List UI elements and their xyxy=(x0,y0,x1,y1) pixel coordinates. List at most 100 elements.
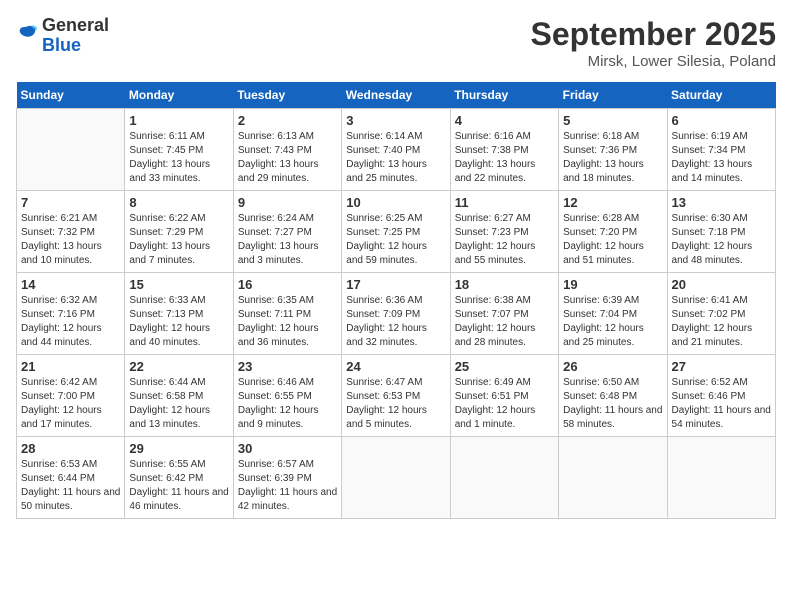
calendar-day-cell: 28Sunrise: 6:53 AMSunset: 6:44 PMDayligh… xyxy=(17,437,125,519)
logo-general-text: General xyxy=(42,16,109,36)
calendar-subtitle: Mirsk, Lower Silesia, Poland xyxy=(531,53,776,70)
day-of-week-header: Friday xyxy=(559,82,667,109)
day-number: 3 xyxy=(346,113,445,128)
day-number: 20 xyxy=(672,277,771,292)
day-info: Sunrise: 6:25 AMSunset: 7:25 PMDaylight:… xyxy=(346,212,445,268)
day-of-week-header: Saturday xyxy=(667,82,775,109)
day-info: Sunrise: 6:14 AMSunset: 7:40 PMDaylight:… xyxy=(346,130,445,186)
day-info: Sunrise: 6:28 AMSunset: 7:20 PMDaylight:… xyxy=(563,212,662,268)
day-number: 14 xyxy=(21,277,120,292)
day-info: Sunrise: 6:18 AMSunset: 7:36 PMDaylight:… xyxy=(563,130,662,186)
calendar-day-cell: 4Sunrise: 6:16 AMSunset: 7:38 PMDaylight… xyxy=(450,109,558,191)
day-number: 19 xyxy=(563,277,662,292)
calendar-day-cell: 20Sunrise: 6:41 AMSunset: 7:02 PMDayligh… xyxy=(667,273,775,355)
day-info: Sunrise: 6:50 AMSunset: 6:48 PMDaylight:… xyxy=(563,376,662,432)
calendar-week-row: 7 Sunrise: 6:21 AMSunset: 7:32 PMDaylight… xyxy=(17,191,776,273)
day-number: 6 xyxy=(672,113,771,128)
day-of-week-header: Tuesday xyxy=(233,82,341,109)
day-info: Sunrise: 6:36 AMSunset: 7:09 PMDaylight:… xyxy=(346,294,445,350)
day-number: 8 xyxy=(129,195,228,210)
calendar-table: SundayMondayTuesdayWednesdayThursdayFrid… xyxy=(16,82,776,519)
calendar-day-cell: 29 Sunrise: 6:55 AMSunset: 6:42 PMDayligh… xyxy=(125,437,233,519)
title-block: September 2025 Mirsk, Lower Silesia, Pol… xyxy=(531,16,776,70)
day-number: 28 xyxy=(21,441,120,456)
day-info: Sunrise: 6:47 AMSunset: 6:53 PMDaylight:… xyxy=(346,376,445,432)
day-info: Sunrise: 6:57 AMSunset: 6:39 PMDaylight:… xyxy=(238,458,337,514)
day-of-week-header: Monday xyxy=(125,82,233,109)
day-info: Sunrise: 6:44 AMSunset: 6:58 PMDaylight:… xyxy=(129,376,228,432)
calendar-day-cell: 30 Sunrise: 6:57 AMSunset: 6:39 PMDayligh… xyxy=(233,437,341,519)
day-info: Sunrise: 6:24 AMSunset: 7:27 PMDaylight:… xyxy=(238,212,337,268)
calendar-day-cell: 8 Sunrise: 6:22 AMSunset: 7:29 PMDaylight… xyxy=(125,191,233,273)
day-info: Sunrise: 6:19 AMSunset: 7:34 PMDaylight:… xyxy=(672,130,771,186)
calendar-day-cell: 1Sunrise: 6:11 AMSunset: 7:45 PMDaylight… xyxy=(125,109,233,191)
calendar-day-cell: 27 Sunrise: 6:52 AMSunset: 6:46 PMDayligh… xyxy=(667,355,775,437)
calendar-day-cell xyxy=(342,437,450,519)
calendar-day-cell: 22 Sunrise: 6:44 AMSunset: 6:58 PMDayligh… xyxy=(125,355,233,437)
day-info: Sunrise: 6:33 AMSunset: 7:13 PMDaylight:… xyxy=(129,294,228,350)
calendar-day-cell: 16 Sunrise: 6:35 AMSunset: 7:11 PMDayligh… xyxy=(233,273,341,355)
day-number: 22 xyxy=(129,359,228,374)
calendar-day-cell: 15 Sunrise: 6:33 AMSunset: 7:13 PMDayligh… xyxy=(125,273,233,355)
calendar-day-cell: 10 Sunrise: 6:25 AMSunset: 7:25 PMDayligh… xyxy=(342,191,450,273)
day-info: Sunrise: 6:35 AMSunset: 7:11 PMDaylight:… xyxy=(238,294,337,350)
day-info: Sunrise: 6:49 AMSunset: 6:51 PMDaylight:… xyxy=(455,376,554,432)
day-info: Sunrise: 6:16 AMSunset: 7:38 PMDaylight:… xyxy=(455,130,554,186)
calendar-day-cell xyxy=(17,109,125,191)
day-number: 30 xyxy=(238,441,337,456)
day-info: Sunrise: 6:22 AMSunset: 7:29 PMDaylight:… xyxy=(129,212,228,268)
day-number: 10 xyxy=(346,195,445,210)
calendar-header-row: SundayMondayTuesdayWednesdayThursdayFrid… xyxy=(17,82,776,109)
calendar-day-cell: 13 Sunrise: 6:30 AMSunset: 7:18 PMDayligh… xyxy=(667,191,775,273)
calendar-week-row: 28Sunrise: 6:53 AMSunset: 6:44 PMDayligh… xyxy=(17,437,776,519)
day-of-week-header: Sunday xyxy=(17,82,125,109)
page-header: General Blue September 2025 Mirsk, Lower… xyxy=(16,16,776,70)
day-info: Sunrise: 6:32 AMSunset: 7:16 PMDaylight:… xyxy=(21,294,120,350)
logo-bird-icon xyxy=(16,23,38,45)
calendar-day-cell: 5 Sunrise: 6:18 AMSunset: 7:36 PMDaylight… xyxy=(559,109,667,191)
day-number: 2 xyxy=(238,113,337,128)
day-info: Sunrise: 6:38 AMSunset: 7:07 PMDaylight:… xyxy=(455,294,554,350)
calendar-day-cell: 7 Sunrise: 6:21 AMSunset: 7:32 PMDaylight… xyxy=(17,191,125,273)
calendar-day-cell: 25 Sunrise: 6:49 AMSunset: 6:51 PMDayligh… xyxy=(450,355,558,437)
day-info: Sunrise: 6:21 AMSunset: 7:32 PMDaylight:… xyxy=(21,212,120,268)
day-info: Sunrise: 6:42 AMSunset: 7:00 PMDaylight:… xyxy=(21,376,120,432)
day-number: 21 xyxy=(21,359,120,374)
calendar-day-cell: 23Sunrise: 6:46 AMSunset: 6:55 PMDayligh… xyxy=(233,355,341,437)
calendar-title: September 2025 xyxy=(531,16,776,53)
calendar-day-cell: 26 Sunrise: 6:50 AMSunset: 6:48 PMDayligh… xyxy=(559,355,667,437)
day-info: Sunrise: 6:55 AMSunset: 6:42 PMDaylight:… xyxy=(129,458,228,514)
calendar-week-row: 21 Sunrise: 6:42 AMSunset: 7:00 PMDayligh… xyxy=(17,355,776,437)
day-number: 26 xyxy=(563,359,662,374)
day-number: 7 xyxy=(21,195,120,210)
calendar-day-cell xyxy=(559,437,667,519)
calendar-day-cell: 2 Sunrise: 6:13 AMSunset: 7:43 PMDaylight… xyxy=(233,109,341,191)
day-number: 29 xyxy=(129,441,228,456)
calendar-day-cell xyxy=(667,437,775,519)
day-info: Sunrise: 6:30 AMSunset: 7:18 PMDaylight:… xyxy=(672,212,771,268)
calendar-week-row: 14 Sunrise: 6:32 AMSunset: 7:16 PMDayligh… xyxy=(17,273,776,355)
logo-blue-text: Blue xyxy=(42,36,109,56)
day-of-week-header: Thursday xyxy=(450,82,558,109)
day-info: Sunrise: 6:13 AMSunset: 7:43 PMDaylight:… xyxy=(238,130,337,186)
day-info: Sunrise: 6:52 AMSunset: 6:46 PMDaylight:… xyxy=(672,376,771,432)
day-number: 13 xyxy=(672,195,771,210)
day-number: 17 xyxy=(346,277,445,292)
calendar-day-cell: 17 Sunrise: 6:36 AMSunset: 7:09 PMDayligh… xyxy=(342,273,450,355)
calendar-day-cell: 3 Sunrise: 6:14 AMSunset: 7:40 PMDaylight… xyxy=(342,109,450,191)
day-number: 9 xyxy=(238,195,337,210)
day-number: 23 xyxy=(238,359,337,374)
day-number: 5 xyxy=(563,113,662,128)
day-number: 15 xyxy=(129,277,228,292)
day-number: 25 xyxy=(455,359,554,374)
day-of-week-header: Wednesday xyxy=(342,82,450,109)
calendar-day-cell: 14 Sunrise: 6:32 AMSunset: 7:16 PMDayligh… xyxy=(17,273,125,355)
day-number: 1 xyxy=(129,113,228,128)
day-number: 27 xyxy=(672,359,771,374)
day-number: 18 xyxy=(455,277,554,292)
logo: General Blue xyxy=(16,16,109,56)
day-number: 24 xyxy=(346,359,445,374)
calendar-day-cell: 24 Sunrise: 6:47 AMSunset: 6:53 PMDayligh… xyxy=(342,355,450,437)
day-number: 16 xyxy=(238,277,337,292)
calendar-day-cell: 9 Sunrise: 6:24 AMSunset: 7:27 PMDaylight… xyxy=(233,191,341,273)
